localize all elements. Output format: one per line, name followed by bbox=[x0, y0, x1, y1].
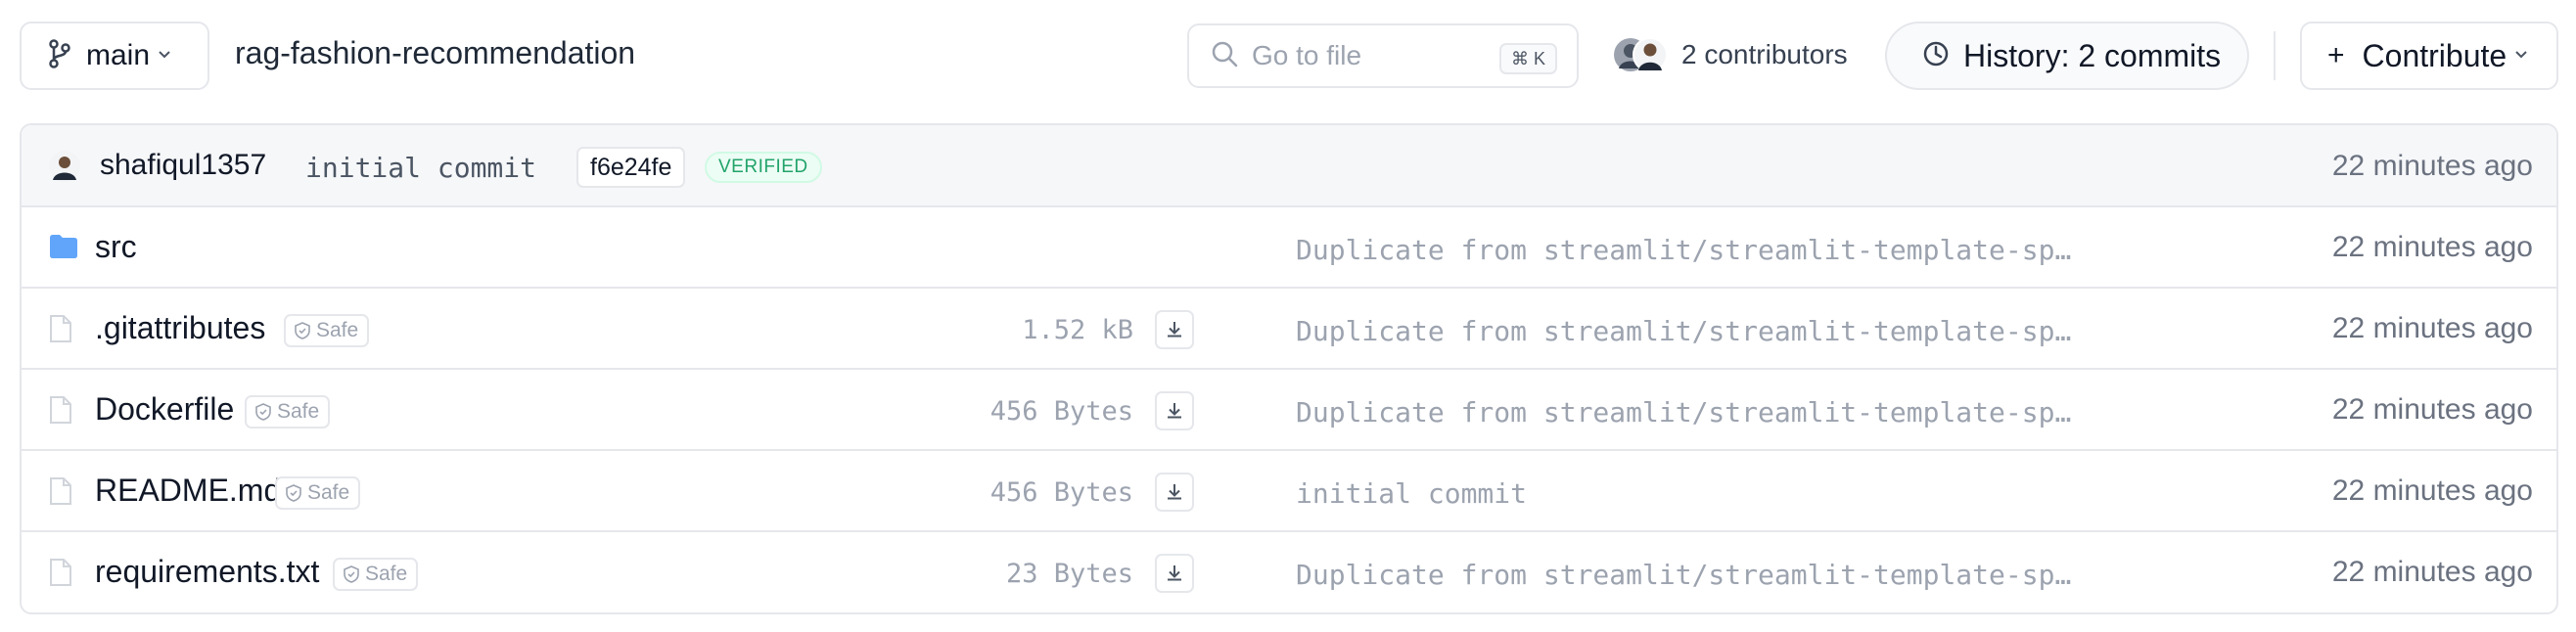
download-button[interactable] bbox=[1155, 554, 1194, 593]
safe-label: Safe bbox=[316, 319, 359, 341]
commit-time: 22 minutes ago bbox=[2331, 150, 2533, 182]
download-icon bbox=[1168, 484, 1181, 500]
file-commit-message[interactable]: Duplicate from streamlit/streamlit-templ… bbox=[1296, 315, 2071, 347]
contributors-link[interactable]: 2 contributors bbox=[1613, 35, 1848, 74]
clock-icon bbox=[1922, 40, 1950, 72]
file-time: 22 minutes ago bbox=[2331, 556, 2533, 588]
contributor-avatars bbox=[1613, 35, 1668, 74]
file-time: 22 minutes ago bbox=[2331, 393, 2533, 426]
chevron-down-icon bbox=[158, 47, 171, 65]
table-row[interactable]: requirements.txt Safe 23 Bytes Duplicate… bbox=[22, 532, 2556, 612]
file-name[interactable]: src bbox=[95, 229, 137, 265]
contribute-label: Contribute bbox=[2362, 37, 2507, 73]
branch-name: main bbox=[86, 39, 151, 71]
shield-check-icon bbox=[286, 484, 301, 502]
table-row[interactable]: src Duplicate from streamlit/streamlit-t… bbox=[22, 207, 2556, 289]
download-button[interactable] bbox=[1155, 391, 1194, 430]
download-icon bbox=[1168, 565, 1181, 581]
safe-badge[interactable]: Safe bbox=[245, 395, 331, 429]
file-time: 22 minutes ago bbox=[2331, 474, 2533, 507]
download-button[interactable] bbox=[1155, 310, 1194, 349]
file-icon bbox=[49, 476, 72, 511]
verified-badge: VERIFIED bbox=[705, 152, 822, 183]
file-commit-message[interactable]: Duplicate from streamlit/streamlit-templ… bbox=[1296, 559, 2071, 591]
file-name[interactable]: Dockerfile bbox=[95, 391, 234, 428]
safe-badge[interactable]: Safe bbox=[333, 558, 419, 591]
keyboard-shortcut-badge: ⌘ K bbox=[1498, 43, 1557, 74]
history-label: History: 2 commits bbox=[1963, 37, 2222, 73]
branch-selector-button[interactable]: main bbox=[20, 22, 209, 90]
table-row[interactable]: Dockerfile Safe 456 Bytes Duplicate from… bbox=[22, 370, 2556, 451]
file-icon bbox=[49, 395, 72, 429]
contribute-button[interactable]: + Contribute bbox=[2300, 22, 2558, 90]
repo-header: main rag-fashion-recommendation ⌘ K bbox=[0, 0, 2576, 113]
shield-check-icon bbox=[255, 403, 271, 421]
file-icon bbox=[49, 314, 72, 348]
download-icon bbox=[1168, 322, 1181, 338]
file-commit-message[interactable]: Duplicate from streamlit/streamlit-templ… bbox=[1296, 396, 2071, 429]
history-button[interactable]: History: 2 commits bbox=[1885, 22, 2249, 90]
chevron-down-icon bbox=[2514, 47, 2528, 65]
file-time: 22 minutes ago bbox=[2331, 231, 2533, 263]
safe-label: Safe bbox=[365, 563, 408, 585]
safe-badge[interactable]: Safe bbox=[275, 476, 361, 510]
go-to-file-search[interactable]: ⌘ K bbox=[1187, 23, 1579, 88]
file-commit-message[interactable]: initial commit bbox=[1296, 477, 1527, 510]
commit-hash[interactable]: f6e24fe bbox=[576, 147, 686, 188]
shield-check-icon bbox=[344, 565, 359, 583]
file-commit-message[interactable]: Duplicate from streamlit/streamlit-templ… bbox=[1296, 234, 2071, 266]
contributors-count: 2 contributors bbox=[1681, 39, 1848, 69]
safe-label: Safe bbox=[277, 400, 320, 423]
file-name[interactable]: .gitattributes bbox=[95, 310, 265, 346]
download-icon bbox=[1168, 403, 1181, 419]
search-icon bbox=[1211, 40, 1238, 72]
file-size: 1.52 kB bbox=[1022, 315, 1133, 345]
safe-badge[interactable]: Safe bbox=[284, 314, 370, 347]
toolbar-divider bbox=[2274, 31, 2276, 80]
commit-author[interactable]: shafiqul1357 bbox=[100, 149, 266, 182]
search-input[interactable] bbox=[1252, 40, 1487, 71]
plus-icon: + bbox=[2327, 39, 2345, 71]
last-commit-row: shafiqul1357 initial commit f6e24fe VERI… bbox=[22, 125, 2556, 207]
file-name[interactable]: requirements.txt bbox=[95, 554, 319, 590]
repo-name[interactable]: rag-fashion-recommendation bbox=[235, 35, 635, 71]
file-time: 22 minutes ago bbox=[2331, 312, 2533, 344]
file-size: 456 Bytes bbox=[989, 396, 1133, 427]
folder-icon bbox=[49, 233, 78, 265]
avatar bbox=[1614, 37, 1668, 72]
file-size: 23 Bytes bbox=[1005, 559, 1133, 589]
file-table: shafiqul1357 initial commit f6e24fe VERI… bbox=[20, 123, 2558, 614]
download-button[interactable] bbox=[1155, 473, 1194, 512]
avatar[interactable] bbox=[49, 151, 80, 187]
table-row[interactable]: README.md Safe 456 Bytes initial commit … bbox=[22, 451, 2556, 532]
table-row[interactable]: .gitattributes Safe 1.52 kB Duplicate fr… bbox=[22, 289, 2556, 370]
file-icon bbox=[49, 558, 72, 592]
safe-label: Safe bbox=[307, 481, 350, 504]
git-branch-icon bbox=[49, 38, 70, 73]
commit-message[interactable]: initial commit bbox=[305, 152, 536, 184]
shield-check-icon bbox=[295, 322, 310, 339]
file-name[interactable]: README.md bbox=[95, 473, 281, 509]
file-size: 456 Bytes bbox=[989, 477, 1133, 508]
